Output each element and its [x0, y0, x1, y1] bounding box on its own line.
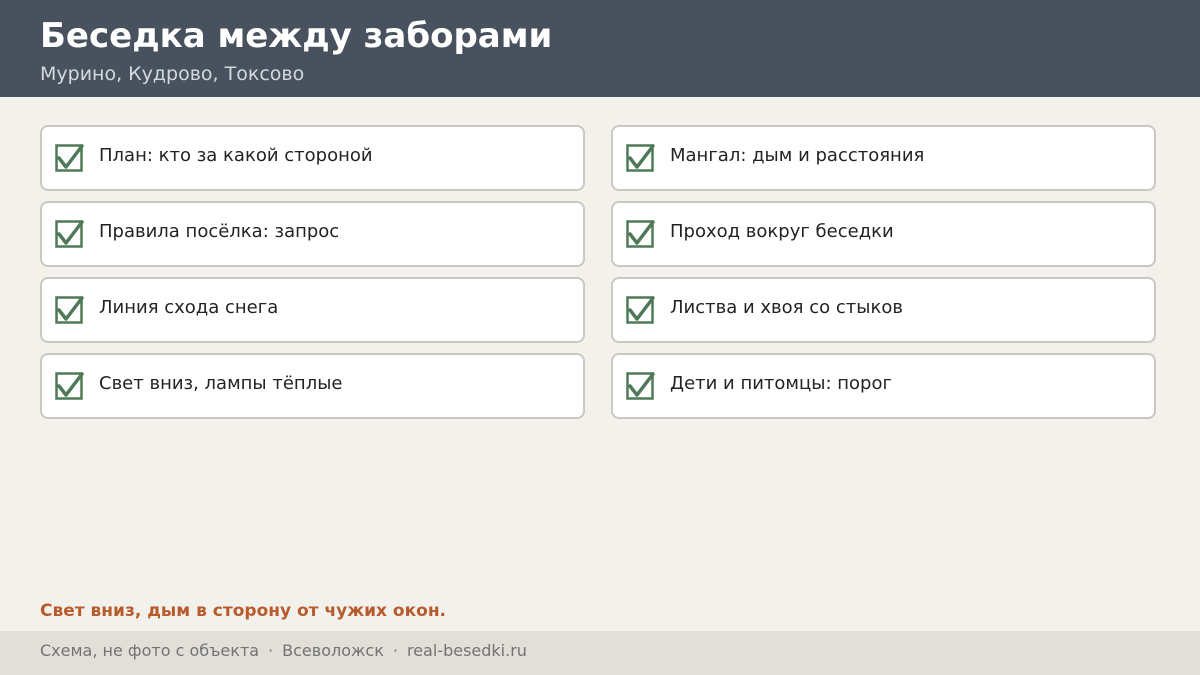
checkbox-checked-icon: [55, 372, 85, 402]
footer-site-link[interactable]: real-besedki.ru: [407, 641, 527, 660]
page-subtitle: Мурино, Кудрово, Токсово: [40, 63, 305, 85]
footer-text: Схема, не фото с объекта · Всеволожск · real…: [40, 640, 527, 662]
highlight-note: Свет вниз, дым в сторону от чужих окон.: [40, 601, 447, 621]
footer-separator: ·: [392, 641, 398, 660]
checklist-item: Правила посёлка: запрос: [40, 201, 585, 267]
checklist-item: Свет вниз, лампы тёплые: [40, 353, 585, 419]
checklist-item-label: Правила посёлка: запрос: [99, 221, 340, 242]
checklist-item-label: Линия схода снега: [99, 297, 279, 318]
checklist-item: Листва и хвоя со стыков: [611, 277, 1156, 343]
header: Беседка между заборами Мурино, Кудрово, …: [0, 0, 1200, 97]
checklist-item: Мангал: дым и расстояния: [611, 125, 1156, 191]
page-title: Беседка между заборами: [40, 16, 553, 56]
checklist-item: Линия схода снега: [40, 277, 585, 343]
checklist-item-label: Дети и питомцы: порог: [670, 373, 892, 394]
footer: Схема, не фото с объекта · Всеволожск · real…: [0, 631, 1200, 675]
checkbox-checked-icon: [626, 372, 656, 402]
checklist-item: Проход вокруг беседки: [611, 201, 1156, 267]
checkbox-checked-icon: [55, 220, 85, 250]
checklist-item-label: Свет вниз, лампы тёплые: [99, 373, 343, 394]
checkbox-checked-icon: [55, 144, 85, 174]
footer-city: Всеволожск: [282, 641, 384, 660]
checklist-item: План: кто за какой стороной: [40, 125, 585, 191]
checklist-item-label: План: кто за какой стороной: [99, 145, 373, 166]
checklist-item-label: Проход вокруг беседки: [670, 221, 894, 242]
footer-separator: ·: [268, 641, 274, 660]
page: Беседка между заборами Мурино, Кудрово, …: [0, 0, 1200, 675]
checklist-item-label: Листва и хвоя со стыков: [670, 297, 903, 318]
checklist: План: кто за какой стороной Мангал: дым …: [40, 125, 1156, 419]
checkbox-checked-icon: [55, 296, 85, 326]
checkbox-checked-icon: [626, 144, 656, 174]
footer-caption: Схема, не фото с объекта: [40, 641, 260, 660]
checklist-item-label: Мангал: дым и расстояния: [670, 145, 925, 166]
checkbox-checked-icon: [626, 220, 656, 250]
checklist-item: Дети и питомцы: порог: [611, 353, 1156, 419]
checkbox-checked-icon: [626, 296, 656, 326]
